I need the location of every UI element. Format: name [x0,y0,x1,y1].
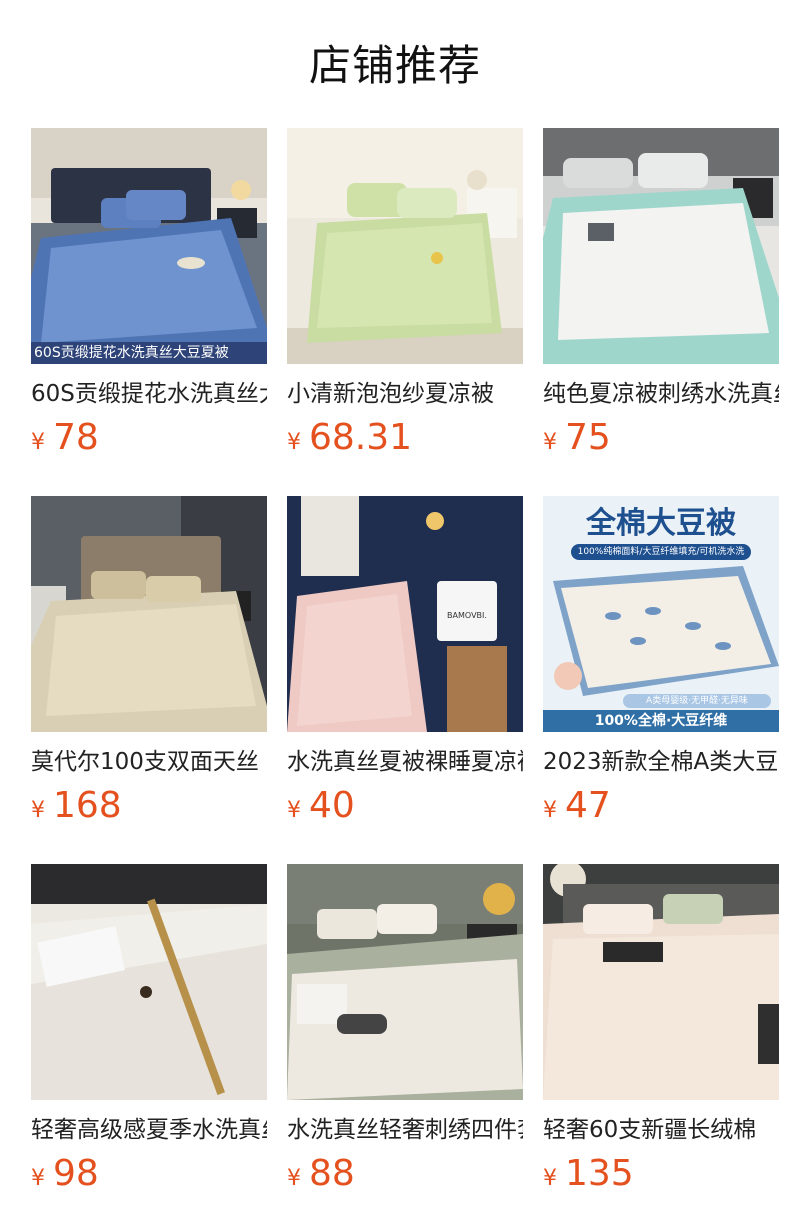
banner-subtitle: 100%纯棉面料/大豆纤维填充/可机洗水洗 [571,544,751,560]
image-caption: 60S贡缎提花水洗真丝大豆夏被 [31,342,267,364]
currency-symbol: ¥ [287,798,301,823]
price-amount: 168 [53,785,122,826]
price-amount: 98 [53,1153,99,1194]
banner-tag: A类母婴级·无甲醛·无异味 [623,694,771,708]
price-amount: 68.31 [309,417,413,458]
product-price: ¥68.31 [287,416,412,460]
product-price: ¥168 [31,784,122,828]
product-image[interactable] [543,864,779,1100]
product-price: ¥75 [543,416,611,460]
product-image[interactable] [31,864,267,1100]
currency-symbol: ¥ [543,1166,557,1191]
product-image[interactable] [287,128,523,364]
banner-title: 全棉大豆被 [586,506,736,541]
currency-symbol: ¥ [31,1166,45,1191]
price-amount: 40 [309,785,355,826]
product-card[interactable]: 水洗真丝轻奢刺绣四件套 ¥88 [287,864,523,1204]
product-card[interactable]: 全棉大豆被 100%纯棉面料/大豆纤维填充/可机洗水洗 A类母婴级·无甲醛·无异… [543,496,779,836]
product-card[interactable]: 轻奢60支新疆长绒棉 ¥135 [543,864,779,1204]
currency-symbol: ¥ [543,798,557,823]
product-price: ¥135 [543,1152,634,1196]
currency-symbol: ¥ [543,430,557,455]
product-card[interactable]: 轻奢高级感夏季水洗真丝 ¥98 [31,864,267,1204]
price-amount: 88 [309,1153,355,1194]
product-name[interactable]: 2023新款全棉A类大豆被 [543,744,779,780]
currency-symbol: ¥ [287,1166,301,1191]
product-image[interactable] [31,496,267,732]
product-image[interactable] [287,864,523,1100]
product-name[interactable]: 纯色夏凉被刺绣水洗真丝 [543,376,779,412]
svg-text:BAMOVBI.: BAMOVBI. [447,611,487,620]
product-name[interactable]: 轻奢60支新疆长绒棉 [543,1112,779,1148]
product-name[interactable]: 小清新泡泡纱夏凉被 [287,376,523,412]
product-image[interactable]: 全棉大豆被 100%纯棉面料/大豆纤维填充/可机洗水洗 A类母婴级·无甲醛·无异… [543,496,779,732]
product-price: ¥98 [31,1152,99,1196]
price-amount: 75 [565,417,611,458]
price-amount: 47 [565,785,611,826]
product-card[interactable]: 小清新泡泡纱夏凉被 ¥68.31 [287,128,523,468]
product-name[interactable]: 轻奢高级感夏季水洗真丝 [31,1112,267,1148]
product-image[interactable] [543,128,779,364]
product-image[interactable]: BAMOVBI. [287,496,523,732]
product-image[interactable]: 60S贡缎提花水洗真丝大豆夏被 [31,128,267,364]
currency-symbol: ¥ [287,430,301,455]
banner-bottom-strip: 100%全棉·大豆纤维 [543,710,779,732]
currency-symbol: ¥ [31,430,45,455]
product-card[interactable]: 60S贡缎提花水洗真丝大豆夏被 60S贡缎提花水洗真丝大豆夏被 ¥78 [31,128,267,468]
product-card[interactable]: 莫代尔100支双面天丝 ¥168 [31,496,267,836]
product-price: ¥40 [287,784,355,828]
product-name[interactable]: 水洗真丝轻奢刺绣四件套 [287,1112,523,1148]
price-amount: 78 [53,417,99,458]
page-title: 店铺推荐 [308,41,481,90]
product-price: ¥47 [543,784,611,828]
product-name[interactable]: 水洗真丝夏被裸睡夏凉被 [287,744,523,780]
product-price: ¥78 [31,416,99,460]
product-name[interactable]: 莫代尔100支双面天丝 [31,744,267,780]
price-amount: 135 [565,1153,634,1194]
product-name[interactable]: 60S贡缎提花水洗真丝大豆夏被 [31,376,267,412]
product-card[interactable]: BAMOVBI. 水洗真丝夏被裸睡夏凉被 ¥40 [287,496,523,836]
currency-symbol: ¥ [31,798,45,823]
product-card[interactable]: 纯色夏凉被刺绣水洗真丝 ¥75 [543,128,779,468]
product-price: ¥88 [287,1152,355,1196]
